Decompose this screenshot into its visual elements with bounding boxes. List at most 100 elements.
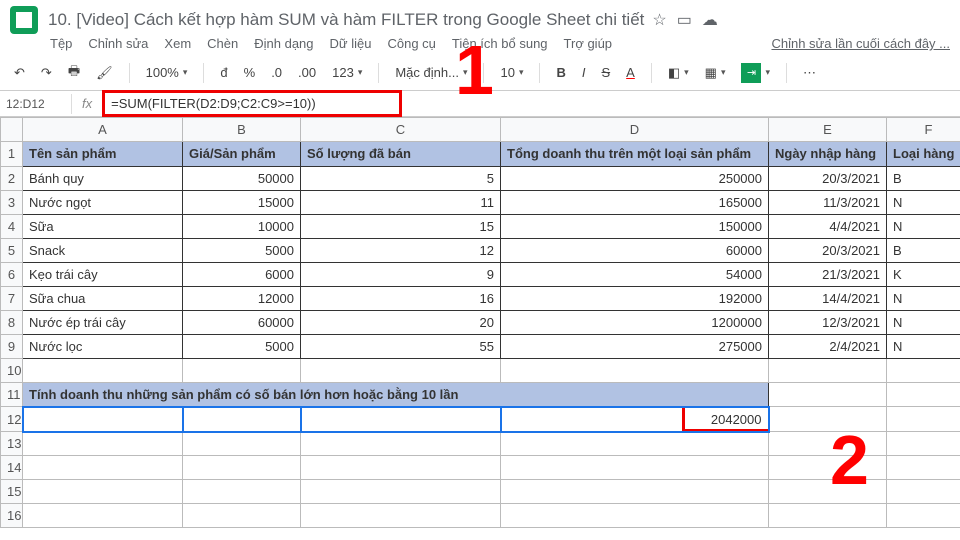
cell[interactable]: 21/3/2021 [769,262,887,286]
menu-help[interactable]: Trợ giúp [564,36,613,51]
spreadsheet-grid[interactable]: A B C D E F 1 Tên sản phẩm Giá/Sản phẩm … [0,117,960,528]
row-header[interactable]: 11 [1,382,23,407]
star-icon[interactable]: ☆ [652,10,666,30]
cell[interactable]: 2/4/2021 [769,334,887,358]
row-header[interactable]: 3 [1,190,23,214]
cell[interactable]: Kẹo trái cây [23,262,183,286]
menu-file[interactable]: Tệp [50,36,72,51]
menu-view[interactable]: Xem [164,36,191,51]
cell[interactable]: 12 [301,238,501,262]
cell[interactable]: 192000 [501,286,769,310]
result-cell[interactable]: 2042000 [501,407,769,432]
merge-btn[interactable]: ⇥ [737,61,774,85]
cell[interactable]: Sữa [23,214,183,238]
fill-color-btn[interactable]: ◧ [664,63,693,83]
col-header[interactable]: E [769,118,887,142]
paint-format-icon[interactable]: 🖌 [92,63,117,83]
cell[interactable]: Tổng doanh thu trên một loại sản phẩm [501,142,769,167]
select-all-cell[interactable] [1,118,23,142]
last-edit-link[interactable]: Chỉnh sửa lần cuối cách đây ... [771,36,950,51]
cell[interactable]: N [887,334,960,358]
cell[interactable]: 250000 [501,166,769,190]
cell[interactable]: 5 [301,166,501,190]
cell[interactable]: 20 [301,310,501,334]
cell[interactable]: Nước ngọt [23,190,183,214]
cell[interactable]: Tên sản phẩm [23,142,183,167]
cell[interactable]: 1200000 [501,310,769,334]
cell[interactable]: 12/3/2021 [769,310,887,334]
cell[interactable]: Nước lọc [23,334,183,358]
row-header[interactable]: 10 [1,358,23,382]
cell[interactable]: Nước ép trái cây [23,310,183,334]
cell[interactable]: 20/3/2021 [769,238,887,262]
row-header[interactable]: 9 [1,334,23,358]
font-size-select[interactable]: 10 [496,63,527,82]
cell[interactable]: Giá/Sản phẩm [183,142,301,167]
cell[interactable]: 11 [301,190,501,214]
menu-format[interactable]: Định dạng [254,36,313,51]
undo-icon[interactable]: ↶ [10,63,29,83]
row-header[interactable]: 5 [1,238,23,262]
zoom-select[interactable]: 100% [142,63,192,82]
text-color-btn[interactable]: A [622,63,639,82]
formula-bar[interactable]: =SUM(FILTER(D2:D9;C2:C9>=10)) [102,90,402,117]
cell[interactable]: 275000 [501,334,769,358]
document-title[interactable]: 10. [Video] Cách kết hợp hàm SUM và hàm … [48,10,644,30]
col-header[interactable]: A [23,118,183,142]
row-header[interactable]: 15 [1,480,23,504]
currency-btn[interactable]: đ [216,63,231,82]
more-icon[interactable]: ⋯ [799,63,820,83]
cell[interactable]: 14/4/2021 [769,286,887,310]
cell[interactable]: 9 [301,262,501,286]
print-icon[interactable]: 🖶 [64,60,84,86]
row-header[interactable]: 12 [1,407,23,432]
name-box[interactable]: 12:D12 [0,94,72,114]
row-header[interactable]: 1 [1,142,23,167]
menu-insert[interactable]: Chèn [207,36,238,51]
cell[interactable]: Sữa chua [23,286,183,310]
cell[interactable] [301,407,501,432]
cell[interactable]: K [887,262,960,286]
row-header[interactable]: 14 [1,456,23,480]
sheets-logo[interactable] [10,6,38,34]
col-header[interactable]: D [501,118,769,142]
dec-increase-btn[interactable]: .00 [294,63,320,82]
cell[interactable]: B [887,166,960,190]
menu-tools[interactable]: Công cụ [387,36,435,51]
cell[interactable]: 20/3/2021 [769,166,887,190]
row-header[interactable]: 16 [1,504,23,528]
cell[interactable]: 54000 [501,262,769,286]
cell[interactable]: 60000 [183,310,301,334]
cell[interactable]: Ngày nhập hàng [769,142,887,167]
bold-btn[interactable]: B [552,63,569,82]
percent-btn[interactable]: % [240,63,260,82]
cell[interactable]: 15 [301,214,501,238]
cell[interactable]: Bánh quy [23,166,183,190]
cell[interactable]: 50000 [183,166,301,190]
row-header[interactable]: 6 [1,262,23,286]
cell[interactable]: 150000 [501,214,769,238]
row-header[interactable]: 8 [1,310,23,334]
italic-btn[interactable]: I [578,63,590,82]
cell[interactable]: 15000 [183,190,301,214]
row-header[interactable]: 2 [1,166,23,190]
cell[interactable]: 5000 [183,238,301,262]
cell[interactable]: 165000 [501,190,769,214]
cell[interactable]: B [887,238,960,262]
cell[interactable] [183,407,301,432]
cell[interactable]: N [887,214,960,238]
cell[interactable]: 16 [301,286,501,310]
cell[interactable]: 60000 [501,238,769,262]
cell[interactable]: Tính doanh thu những sản phẩm có số bán … [23,382,769,407]
redo-icon[interactable]: ↷ [37,63,56,83]
cell[interactable]: Số lượng đã bán [301,142,501,167]
col-header[interactable]: B [183,118,301,142]
row-header[interactable]: 13 [1,432,23,456]
strike-btn[interactable]: S [597,63,614,82]
col-header[interactable]: C [301,118,501,142]
menu-edit[interactable]: Chỉnh sửa [88,36,148,51]
borders-btn[interactable]: ▦ [701,63,730,83]
dec-decrease-btn[interactable]: .0 [267,63,286,82]
cell[interactable]: 55 [301,334,501,358]
cell[interactable]: 5000 [183,334,301,358]
